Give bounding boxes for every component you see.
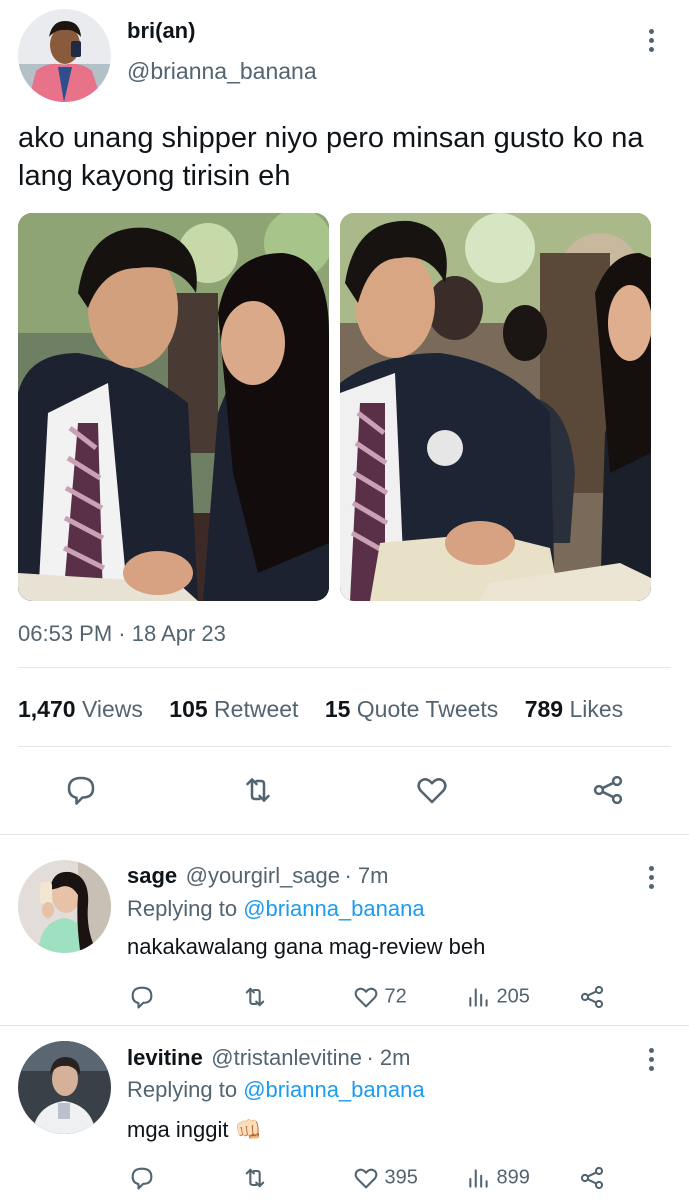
reply-like-count: 395	[384, 1166, 418, 1189]
reply-view-count: 205	[496, 985, 530, 1008]
quotes-count: 15	[324, 696, 351, 722]
replying-to: Replying to @brianna_banana	[127, 896, 425, 922]
share-icon[interactable]	[578, 983, 606, 1016]
divider	[18, 746, 671, 747]
author-name[interactable]: bri(an)	[127, 18, 195, 44]
more-options-icon[interactable]	[649, 866, 655, 893]
author-handle[interactable]: @brianna_banana	[127, 58, 317, 85]
reply-text-body: mga inggit	[127, 1117, 229, 1142]
tweet-text: ako unang shipper niyo pero minsan gusto…	[18, 122, 644, 192]
retweets-label: Retweet	[214, 696, 299, 722]
quotes-stat[interactable]: 15 Quote Tweets	[325, 696, 498, 722]
reply-author-handle[interactable]: @tristanlevitine	[211, 1045, 362, 1070]
reply-like[interactable]: 72	[352, 983, 407, 1011]
likes-label: Likes	[569, 696, 624, 722]
likes-stat[interactable]: 789 Likes	[525, 696, 623, 722]
reply-views[interactable]: 899	[466, 1164, 530, 1192]
reply-text: mga inggit 👊🏻	[127, 1117, 262, 1143]
share-icon[interactable]	[590, 772, 626, 808]
more-options-icon[interactable]	[649, 29, 655, 56]
retweets-stat[interactable]: 105 Retweet	[169, 696, 298, 722]
reply-author-handle[interactable]: @yourgirl_sage	[186, 863, 340, 888]
tweet-timestamp[interactable]: 06:53 PM · 18 Apr 23	[18, 621, 226, 647]
tweet-photo-1[interactable]	[18, 213, 329, 601]
replying-prefix: Replying to	[127, 1077, 238, 1102]
more-options-icon[interactable]	[649, 1048, 655, 1075]
replying-to: Replying to @brianna_banana	[127, 1077, 425, 1103]
divider	[0, 1025, 689, 1026]
reply-author-name[interactable]: sage	[127, 863, 177, 888]
reply-like-count: 72	[384, 985, 407, 1008]
views-icon	[469, 988, 488, 1007]
replying-to-link[interactable]: @brianna_banana	[243, 1077, 424, 1102]
reply-text: nakakawalang gana mag-review beh	[127, 934, 486, 959]
divider	[18, 667, 671, 668]
replying-to-link[interactable]: @brianna_banana	[243, 896, 424, 921]
reply-time: · 7m	[344, 863, 389, 888]
divider	[0, 834, 689, 835]
retweet-icon[interactable]	[240, 1164, 270, 1197]
quotes-label: Quote Tweets	[356, 696, 499, 722]
author-avatar[interactable]	[18, 9, 111, 102]
share-icon[interactable]	[578, 1164, 606, 1197]
retweet-icon[interactable]	[239, 772, 277, 808]
retweet-icon[interactable]	[240, 983, 270, 1016]
reply-header: levitine @tristanlevitine · 2m	[127, 1045, 410, 1071]
reply-icon[interactable]	[128, 983, 156, 1016]
views-label: Views	[81, 696, 143, 722]
reply-icon[interactable]	[63, 772, 99, 808]
reply-view-count: 899	[496, 1166, 530, 1189]
reply-header: sage @yourgirl_sage · 7m	[127, 863, 388, 889]
replying-prefix: Replying to	[127, 896, 238, 921]
retweets-count: 105	[169, 696, 208, 722]
like-icon	[354, 987, 378, 1008]
views-count: 1,470	[18, 696, 76, 722]
views-stat[interactable]: 1,470 Views	[18, 696, 143, 722]
like-icon	[354, 1168, 378, 1189]
likes-count: 789	[524, 696, 564, 722]
reply-avatar[interactable]	[18, 860, 111, 953]
reply-icon[interactable]	[128, 1164, 156, 1197]
reply-author-name[interactable]: levitine	[127, 1045, 203, 1070]
views-icon	[469, 1169, 488, 1188]
reply-avatar[interactable]	[18, 1041, 111, 1134]
reply-like[interactable]: 395	[352, 1164, 418, 1192]
fist-emoji: 👊🏻	[234, 1117, 263, 1142]
tweet-photo-2[interactable]	[340, 213, 651, 601]
tweet-stats: 1,470 Views 105 Retweet 15 Quote Tweets …	[18, 696, 623, 723]
like-icon[interactable]	[414, 772, 450, 808]
reply-time: · 2m	[366, 1045, 411, 1070]
reply-views[interactable]: 205	[466, 983, 530, 1011]
